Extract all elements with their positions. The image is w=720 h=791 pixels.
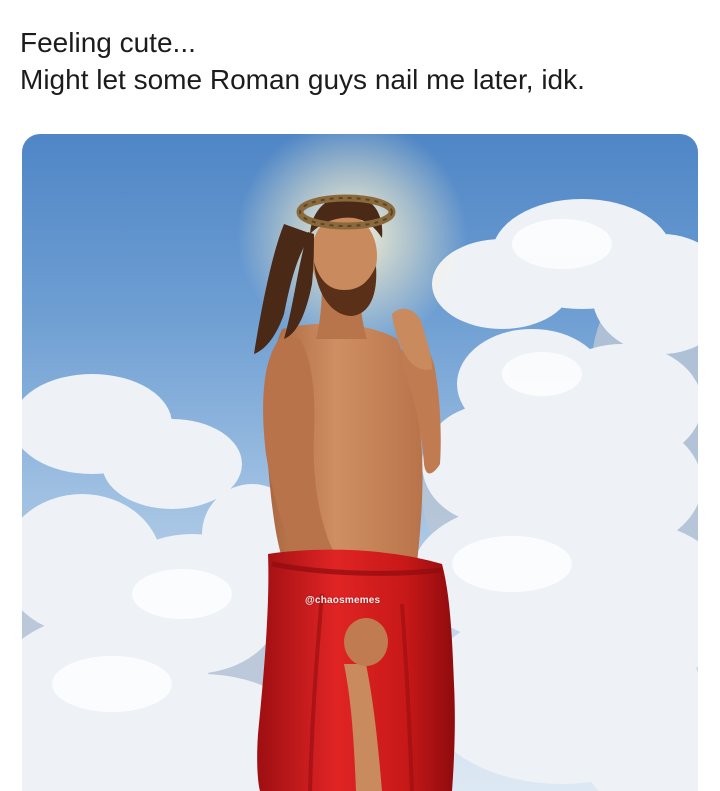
caption-line-1: Feeling cute... xyxy=(20,27,196,58)
watermark-text: @chaosmemes xyxy=(305,595,381,606)
meme-photo: @chaosmemes xyxy=(22,134,698,791)
caption-line-2: Might let some Roman guys nail me later,… xyxy=(20,64,585,95)
meme-caption: Feeling cute... Might let some Roman guy… xyxy=(20,24,710,98)
photo-illustration xyxy=(22,134,698,791)
